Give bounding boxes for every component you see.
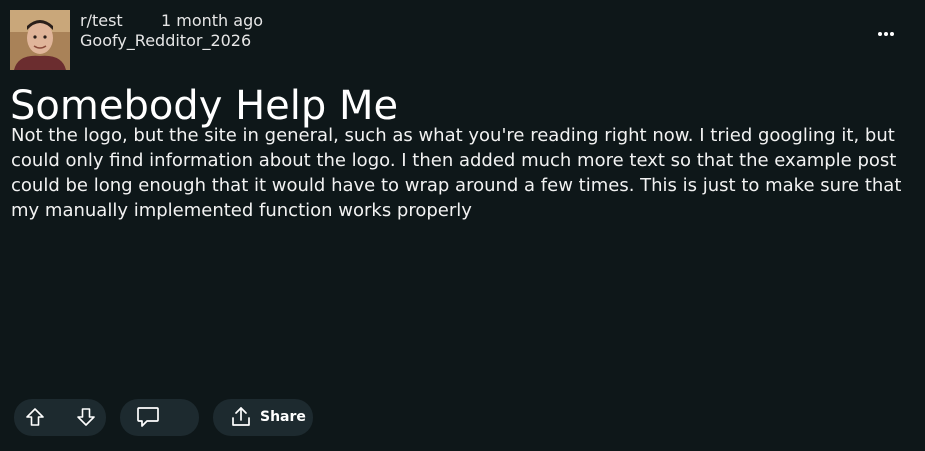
share-upload-icon xyxy=(232,407,250,426)
horizontal-ellipsis-icon xyxy=(878,32,894,36)
downvote-button[interactable] xyxy=(75,406,97,428)
subreddit-link[interactable]: r/test xyxy=(80,11,123,30)
author-username[interactable]: Goofy_Redditor_2026 xyxy=(80,31,251,50)
arrow-down-outline-icon xyxy=(77,408,95,426)
avatar-photo xyxy=(10,10,70,70)
share-icon-wrap xyxy=(229,405,253,429)
post-card: r/test 1 month ago Goofy_Redditor_2026 S… xyxy=(0,0,925,451)
more-options-button[interactable] xyxy=(872,22,900,46)
share-label: Share xyxy=(260,409,306,425)
post-timestamp: 1 month ago xyxy=(161,11,264,30)
vote-bar xyxy=(14,399,106,436)
comment-icon-wrap xyxy=(135,405,161,429)
arrow-up-outline-icon xyxy=(26,408,44,426)
share-button[interactable]: Share xyxy=(213,399,313,436)
upvote-button[interactable] xyxy=(24,406,46,428)
post-body: Not the logo, but the site in general, s… xyxy=(11,125,902,221)
speech-bubble-icon xyxy=(137,407,159,427)
avatar[interactable] xyxy=(10,10,70,70)
comments-button[interactable] xyxy=(120,399,199,436)
